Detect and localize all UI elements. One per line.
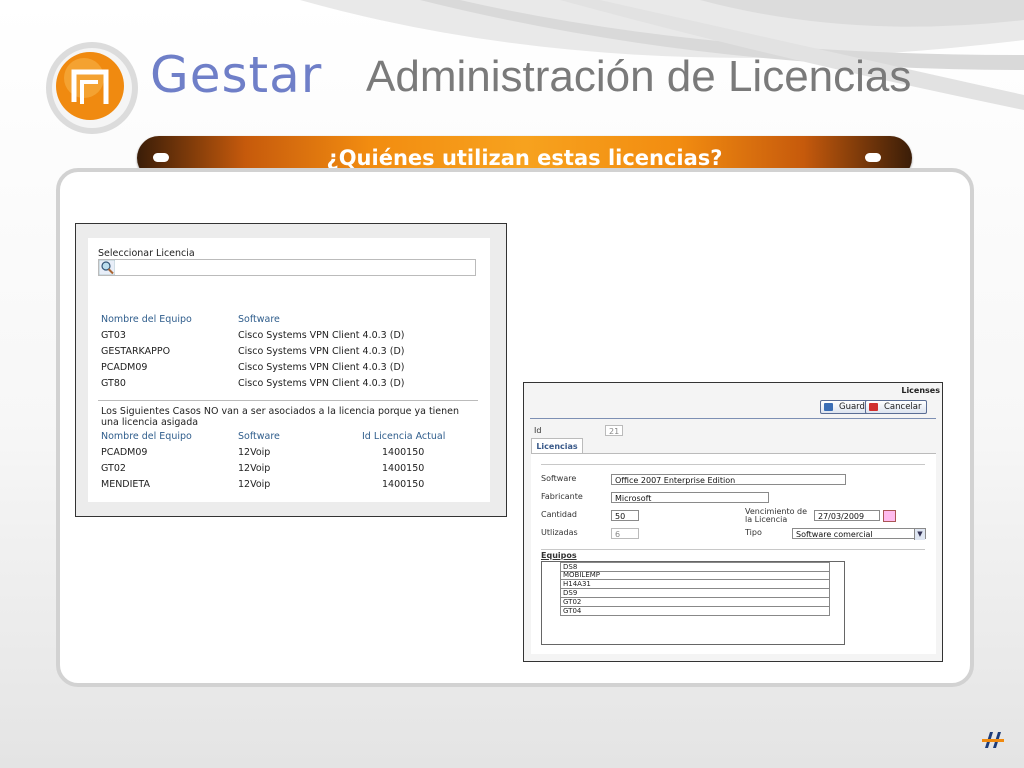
list-item[interactable]: GT04 <box>560 607 830 616</box>
license-id-cell: 1400150 <box>382 463 425 474</box>
column-header: Nombre del Equipo <box>101 314 192 325</box>
equipo-cell: GT80 <box>101 378 126 389</box>
column-header: Software <box>238 314 280 325</box>
software-label: Software <box>541 474 577 483</box>
tipo-selected-value: Software comercial <box>796 530 873 539</box>
software-field[interactable]: Office 2007 Enterprise Edition <box>611 474 846 485</box>
software-cell: Cisco Systems VPN Client 4.0.3 (D) <box>238 330 405 341</box>
list-item[interactable]: DS9 <box>560 589 830 598</box>
equipo-cell: PCADM09 <box>101 447 148 458</box>
cantidad-field[interactable]: 50 <box>611 510 639 521</box>
equipos-list: DS8 MOBILEMP H14A31 DS9 GT02 GT04 <box>541 561 845 645</box>
search-icon[interactable] <box>99 260 115 275</box>
gestar-logo-icon <box>46 42 138 134</box>
select-license-screenshot: Seleccionar Licencia Nombre del Equipo S… <box>75 223 507 517</box>
column-header: Id Licencia Actual <box>362 431 446 442</box>
list-item[interactable]: GT02 <box>560 598 830 607</box>
software-cell: Cisco Systems VPN Client 4.0.3 (D) <box>238 378 405 389</box>
vencimiento-label-line2: la Licencia <box>745 515 788 524</box>
equipos-label: Equipos <box>541 551 577 560</box>
list-item[interactable]: H14A31 <box>560 580 830 589</box>
license-id-cell: 1400150 <box>382 479 425 490</box>
select-license-label: Seleccionar Licencia <box>98 248 195 259</box>
vencimiento-date-field[interactable]: 27/03/2009 <box>814 510 880 521</box>
tipo-label: Tipo <box>745 528 762 537</box>
not-associated-note: Los Siguientes Casos NO van a ser asocia… <box>101 406 460 428</box>
save-icon <box>824 403 833 411</box>
page-title: Administración de Licencias <box>366 52 912 101</box>
brand-name: Gestar <box>150 46 323 104</box>
cancel-button-label: Cancelar <box>884 402 922 412</box>
license-id-cell: 1400150 <box>382 447 425 458</box>
vencimiento-label: Vencimiento de la Licencia <box>745 508 807 524</box>
banner-pill-right <box>865 153 881 162</box>
utilizadas-field: 6 <box>611 528 639 539</box>
banner-text: ¿Quiénes utilizan estas licencias? <box>326 146 723 170</box>
license-search-input[interactable] <box>98 259 476 276</box>
license-form-screenshot: Licenses Guardar Cancelar Id 21 Licencia… <box>523 382 943 662</box>
cantidad-label: Cantidad <box>541 510 577 519</box>
tab-content: Software Office 2007 Enterprise Edition … <box>531 453 936 654</box>
divider <box>541 464 925 465</box>
cancel-icon <box>869 403 878 411</box>
divider <box>98 400 478 401</box>
form-toolbar: Guardar Cancelar <box>530 397 936 419</box>
software-cell: 12Voip <box>238 463 271 474</box>
software-cell: 12Voip <box>238 479 271 490</box>
form-title: Licenses <box>901 386 940 395</box>
chevron-down-icon[interactable]: ▼ <box>914 529 925 540</box>
equipo-cell: GESTARKAPPO <box>101 346 171 357</box>
column-header: Software <box>238 431 280 442</box>
cancel-button[interactable]: Cancelar <box>865 400 927 414</box>
utilizadas-label: Utlizadas <box>541 528 578 537</box>
software-cell: Cisco Systems VPN Client 4.0.3 (D) <box>238 346 405 357</box>
tipo-select[interactable]: Software comercial ▼ <box>792 528 926 540</box>
id-label: Id <box>534 426 542 435</box>
equipo-cell: GT02 <box>101 463 126 474</box>
fabricante-label: Fabricante <box>541 492 583 501</box>
equipo-cell: MENDIETA <box>101 479 150 490</box>
software-cell: Cisco Systems VPN Client 4.0.3 (D) <box>238 362 405 373</box>
divider <box>541 549 925 550</box>
list-item[interactable]: MOBILEMP <box>560 571 830 580</box>
corner-logo-icon <box>982 732 1004 748</box>
column-header: Nombre del Equipo <box>101 431 192 442</box>
select-license-panel: Seleccionar Licencia Nombre del Equipo S… <box>88 238 490 502</box>
fabricante-field[interactable]: Microsoft <box>611 492 769 503</box>
calendar-icon[interactable] <box>883 510 896 522</box>
equipo-cell: GT03 <box>101 330 126 341</box>
equipo-cell: PCADM09 <box>101 362 148 373</box>
software-cell: 12Voip <box>238 447 271 458</box>
id-field: 21 <box>605 425 623 436</box>
